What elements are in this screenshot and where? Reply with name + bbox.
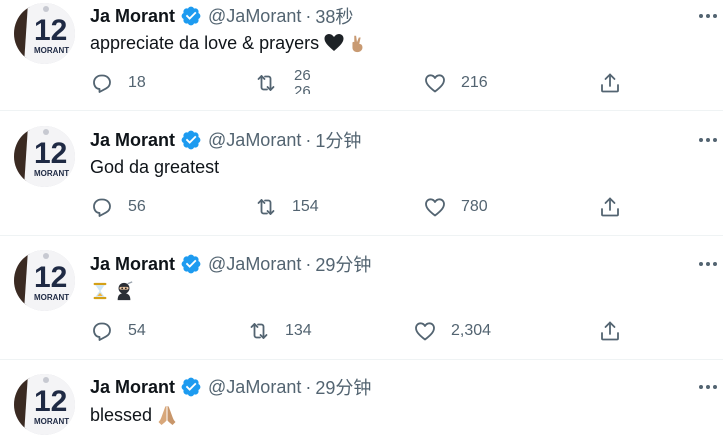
reply-button[interactable]: 18 (90, 71, 146, 95)
avatar[interactable]: 12 MORANT (14, 3, 75, 64)
author-name[interactable]: Ja Morant (90, 254, 175, 275)
tweet-text: appreciate da love & prayers (90, 31, 367, 55)
tweet-header: Ja Morant @JaMorant · 29分钟 (90, 252, 371, 276)
avatar[interactable]: 12 MORANT (14, 250, 75, 311)
tweet[interactable]: 12 MORANT Ja Morant @JaMorant · 29分钟 54 … (0, 236, 723, 360)
retweet-count-incoming: 26 (294, 84, 311, 94)
retweet-count: 154 (292, 198, 319, 215)
separator-dot: · (305, 253, 312, 274)
tweet[interactable]: 12 MORANT Ja Morant @JaMorant · 38秒 appr… (0, 0, 723, 111)
reply-button[interactable]: 56 (90, 195, 146, 219)
avatar[interactable]: 12 MORANT (14, 126, 75, 187)
like-count: 2,304 (451, 322, 492, 339)
verified-badge-icon (180, 5, 202, 27)
tweet[interactable]: 12 MORANT Ja Morant @JaMorant · 1分钟 God … (0, 111, 723, 236)
share-button[interactable] (598, 71, 622, 95)
tweet-header: Ja Morant @JaMorant · 1分钟 (90, 128, 361, 152)
crossed-fingers-emoji (347, 32, 367, 54)
tweet[interactable]: 12 MORANT Ja Morant @JaMorant · 29分钟 ble… (0, 360, 723, 445)
reply-button[interactable]: 54 (90, 319, 146, 343)
retweet-count: 26 (294, 67, 311, 84)
tweet-text: blessed (90, 403, 176, 427)
author-name[interactable]: Ja Morant (90, 377, 175, 398)
black-heart-emoji (323, 32, 344, 54)
retweet-count: 134 (285, 322, 312, 339)
avatar-jersey-name: MORANT (34, 46, 69, 55)
avatar-jersey-name: MORANT (34, 417, 69, 426)
like-button[interactable]: 216 (423, 71, 488, 95)
praying-hands-emoji (156, 404, 176, 426)
author-handle[interactable]: @JaMorant (208, 377, 301, 398)
author-handle[interactable]: @JaMorant (208, 130, 301, 151)
more-options-icon[interactable] (695, 4, 721, 28)
retweet-button[interactable]: 154 (254, 195, 319, 219)
like-count: 216 (461, 74, 488, 91)
more-options-icon[interactable] (695, 252, 721, 276)
verified-badge-icon (180, 376, 202, 398)
tweet-timestamp[interactable]: 29分钟 (315, 251, 371, 277)
tweet-header: Ja Morant @JaMorant · 29分钟 (90, 375, 371, 399)
reply-count: 54 (128, 322, 146, 339)
avatar-jersey-name: MORANT (34, 293, 69, 302)
avatar-jersey-number: 12 (34, 14, 67, 47)
tweet-timestamp[interactable]: 38秒 (315, 3, 353, 29)
tweet-text: God da greatest (90, 155, 219, 179)
share-button[interactable] (598, 319, 622, 343)
retweet-count-animating: 26 26 (294, 67, 311, 95)
like-count: 780 (461, 198, 488, 215)
author-name[interactable]: Ja Morant (90, 130, 175, 151)
verified-badge-icon (180, 129, 202, 151)
avatar-jersey-number: 12 (34, 385, 67, 418)
more-options-icon[interactable] (695, 375, 721, 399)
tweet-header: Ja Morant @JaMorant · 38秒 (90, 4, 353, 28)
separator-dot: · (305, 129, 312, 150)
tweet-text-content: blessed (90, 404, 153, 425)
like-button[interactable]: 2,304 (413, 319, 491, 343)
verified-badge-icon (180, 253, 202, 275)
tweet-text-content: appreciate da love & prayers (90, 32, 320, 53)
avatar-jersey-number: 12 (34, 137, 67, 170)
tweet-timestamp[interactable]: 1分钟 (315, 127, 361, 153)
tweet-text (90, 279, 134, 303)
separator-dot: · (305, 5, 312, 26)
retweet-button[interactable] (254, 71, 278, 95)
author-handle[interactable]: @JaMorant (208, 6, 301, 27)
tweet-timestamp[interactable]: 29分钟 (315, 374, 371, 400)
author-handle[interactable]: @JaMorant (208, 254, 301, 275)
reply-count: 18 (128, 74, 146, 91)
hourglass-emoji (90, 280, 110, 302)
retweet-button[interactable]: 134 (247, 319, 312, 343)
avatar[interactable]: 12 MORANT (14, 374, 75, 435)
reply-count: 56 (128, 198, 146, 215)
like-button[interactable]: 780 (423, 195, 488, 219)
separator-dot: · (305, 376, 312, 397)
avatar-jersey-number: 12 (34, 261, 67, 294)
author-name[interactable]: Ja Morant (90, 6, 175, 27)
tweet-feed: 12 MORANT Ja Morant @JaMorant · 38秒 appr… (0, 0, 723, 445)
share-button[interactable] (598, 195, 622, 219)
avatar-jersey-name: MORANT (34, 169, 69, 178)
ninja-emoji (114, 280, 134, 302)
more-options-icon[interactable] (695, 128, 721, 152)
tweet-text-content: God da greatest (90, 156, 220, 177)
